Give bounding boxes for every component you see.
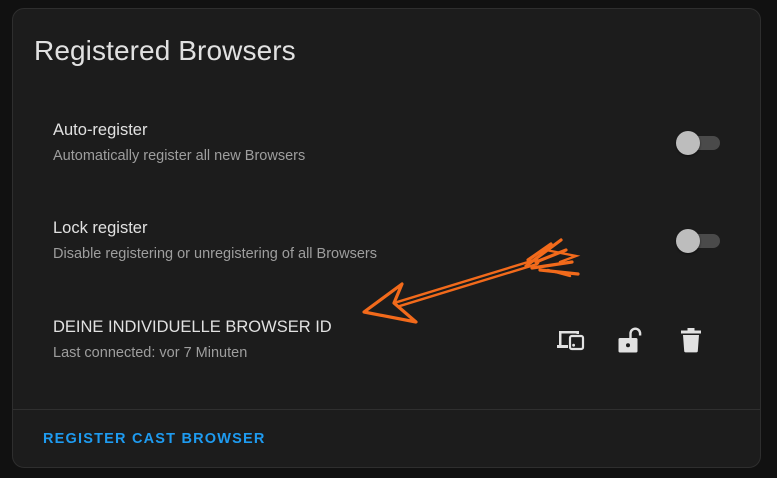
trash-icon bbox=[680, 327, 702, 353]
browser-id: DEINE INDIVIDUELLE BROWSER ID bbox=[53, 318, 332, 336]
setting-label: Auto-register bbox=[53, 121, 148, 139]
setting-description: Automatically register all new Browsers bbox=[53, 148, 306, 164]
setting-row-lock-register: Lock register Disable registering or unr… bbox=[53, 219, 730, 269]
auto-register-toggle[interactable] bbox=[676, 130, 722, 156]
devices-icon bbox=[555, 329, 585, 351]
toggle-thumb bbox=[676, 131, 700, 155]
registered-browsers-card: Registered Browsers Auto-register Automa… bbox=[12, 8, 761, 468]
delete-browser-button[interactable] bbox=[674, 323, 708, 357]
browser-settings-button[interactable] bbox=[553, 323, 587, 357]
lock-browser-button[interactable] bbox=[612, 323, 646, 357]
setting-row-auto-register: Auto-register Automatically register all… bbox=[53, 121, 730, 171]
browser-last-connected: Last connected: vor 7 Minuten bbox=[53, 345, 248, 361]
browser-row: DEINE INDIVIDUELLE BROWSER ID Last conne… bbox=[53, 318, 730, 368]
toggle-thumb bbox=[676, 229, 700, 253]
register-cast-browser-button[interactable]: REGISTER CAST BROWSER bbox=[43, 431, 266, 447]
setting-label: Lock register bbox=[53, 219, 148, 237]
card-divider bbox=[13, 409, 760, 410]
lock-register-toggle[interactable] bbox=[676, 228, 722, 254]
card-title: Registered Browsers bbox=[34, 35, 296, 66]
lock-open-icon bbox=[616, 326, 642, 354]
setting-description: Disable registering or unregistering of … bbox=[53, 246, 377, 262]
